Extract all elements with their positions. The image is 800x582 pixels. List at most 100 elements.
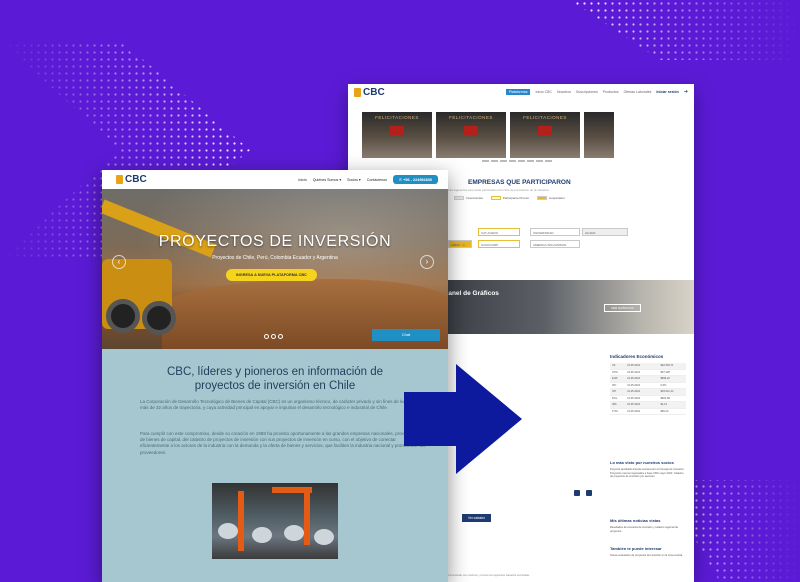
orange-pipe [238,491,244,551]
most-viewed-title: Lo más visto por nuestros socios [610,460,674,465]
companies-legend: Inversionista Participante Premio Auspic… [454,196,565,201]
indicator-code: DOL [612,396,618,400]
new-platform-button[interactable]: INGRESA A NUEVA PLATAFORMA CBC [226,269,317,281]
graphs-title: Panel de Gráficos [444,290,499,297]
nav-item-platforms[interactable]: Plataformas [505,89,531,95]
legend-item: Inversionista [454,196,483,201]
gallery-photo[interactable]: FELICITACIONES [436,112,506,158]
hero-banner: PROYECTOS DE INVERSIÓN Proyectos de Chil… [102,189,448,349]
event-photo-gallery: FELICITACIONES FELICITACIONES FELICITACI… [362,112,692,158]
indicator-value: $896,22 [660,377,670,381]
latest-news-title: Mis últimas noticias vistas [610,518,661,523]
indicator-code: EUR [612,377,618,381]
companies-title: EMPRESAS QUE PARTICIPARON [468,179,571,186]
award-banner [390,126,404,135]
home-logo[interactable]: CBC [116,174,147,185]
view-graphs-button[interactable]: VER GRÁFICOS [604,304,641,312]
company-cell[interactable]: CAT ACERO [478,228,520,236]
company-cell[interactable]: HUARA [582,228,628,236]
nav-item-about[interactable]: Quiénes Somos ▾ [313,178,341,182]
indicators-title: Indicadores Económicos [610,354,664,359]
about-paragraph-1: La Corporación de Desarrollo Tecnológico… [140,399,420,411]
about-title: CBC, líderes y pioneros en información d… [102,365,448,393]
chat-button[interactable]: Chat [372,329,440,341]
chevron-right-icon[interactable]: › [420,255,434,269]
nav-item-about[interactable]: Nosotros [557,90,571,94]
tank [314,529,334,545]
cbc-logo-icon [354,87,361,97]
nav-item-jobs[interactable]: Ofertas Laborales [624,90,652,94]
award-banner [464,126,478,135]
cbc-logo-icon [116,175,123,184]
company-cell[interactable]: LIBRO · C... [448,240,472,248]
latest-news-text: Resultados de encuesta de inversión y ca… [610,526,679,533]
company-cell[interactable]: GOLDCORP [478,240,520,248]
interest-title: También te puede interesar [610,546,662,551]
about-title-line1: CBC, líderes y pioneros en información d… [166,366,384,378]
graphs-panel: Panel de Gráficos VER GRÁFICOS [444,280,694,334]
facebook-icon[interactable] [574,490,580,496]
companies-subtitle: Las siguientes empresas participaron del… [448,188,549,192]
gallery-caption: FELICITACIONES [375,115,419,120]
indicator-code: IPC [612,383,617,387]
home-header: CBC Inicio Quiénes Somos ▾ Socios ▾ Cont… [102,170,448,189]
phone-number: +56 - 224952830 [403,178,432,182]
nav-item-contact[interactable]: Contáctenos [367,178,387,182]
nav-item-partners[interactable]: Socios ▾ [347,178,361,182]
indicator-row: TCM 31.05.2022 $96,23 [610,409,686,415]
legend-item: Auspiciador [537,196,565,201]
most-viewed-text: Proyecto aprobado durante semana por el … [610,468,685,479]
tank [284,525,304,541]
nav-item-products[interactable]: Productos [603,90,619,94]
linkedin-icon[interactable] [586,490,592,496]
company-cell[interactable]: AMERICA WILLIAMSON [530,240,580,248]
indicator-value: $822,68 [660,396,670,400]
tank [252,527,272,543]
chevron-left-icon[interactable]: ‹ [112,255,126,269]
indicator-value: 0,6% [660,383,667,387]
indicator-date: 31.05.2022 [627,409,641,413]
home-nav: Inicio Quiénes Somos ▾ Socios ▾ Contácte… [298,175,438,184]
indicator-date: 31.05.2022 [627,403,641,407]
indicator-code: UTM [612,370,618,374]
catalog-button[interactable]: Ver catastro [462,514,492,522]
hero-title: PROYECTOS DE INVERSIÓN [158,233,392,250]
excavator-wheel [106,299,140,333]
login-link[interactable]: Iniciar sesión [656,90,678,94]
indicator-code: IMA [612,403,617,407]
gallery-photo[interactable] [584,112,614,158]
website-screenshot-home: CBC Inicio Quiénes Somos ▾ Socios ▾ Cont… [102,170,448,582]
platform-logo[interactable]: CBC [354,87,385,98]
indicator-date: 31.05.2022 [627,377,641,381]
hero-subtitle: Proyectos de Chile, Perú, Colombia Ecuad… [212,255,338,261]
nav-item-home[interactable]: Inicio [298,178,306,182]
interest-text: Nueva evaluación de proyectos de inversi… [610,554,683,557]
platform-header: CBC Plataformas Inicio CBC Nosotros Susc… [348,84,694,100]
company-cell[interactable]: UNIVERSIDAD [530,228,580,236]
about-section: CBC, líderes y pioneros en información d… [102,349,448,582]
tank [218,523,238,539]
gallery-photo[interactable]: FELICITACIONES [510,112,580,158]
indicator-date: 31.05.2022 [627,396,641,400]
login-icon[interactable]: ➜ [684,89,688,95]
indicator-date: 31.05.2022 [627,383,641,387]
industrial-plant-photo [212,483,338,559]
footer-note: Comunícate con nosotros y conoce los sig… [448,574,530,577]
gallery-photo[interactable]: FELICITACIONES [362,112,432,158]
indicator-value: $57.328 [660,370,670,374]
indicator-value: $4,13 [660,403,667,407]
social-links [574,490,592,496]
phone-button[interactable]: ✆ +56 - 224952830 [392,175,438,184]
home-logo-text: CBC [125,174,147,185]
nav-item-home[interactable]: Inicio CBC [535,90,552,94]
gallery-caption: FELICITACIONES [523,115,567,120]
indicator-code: UF [612,364,616,368]
platform-nav: Plataformas Inicio CBC Nosotros Suscripc… [505,89,688,95]
hero-pagination[interactable] [264,334,283,339]
indicator-date: 31.05.2022 [627,364,641,368]
orange-pipe [304,493,310,545]
gallery-pagination[interactable] [482,160,552,162]
indicator-date: 31.05.2022 [627,370,641,374]
nav-item-subscriptions[interactable]: Suscripciones [576,90,598,94]
excavator-wheel [142,301,176,335]
